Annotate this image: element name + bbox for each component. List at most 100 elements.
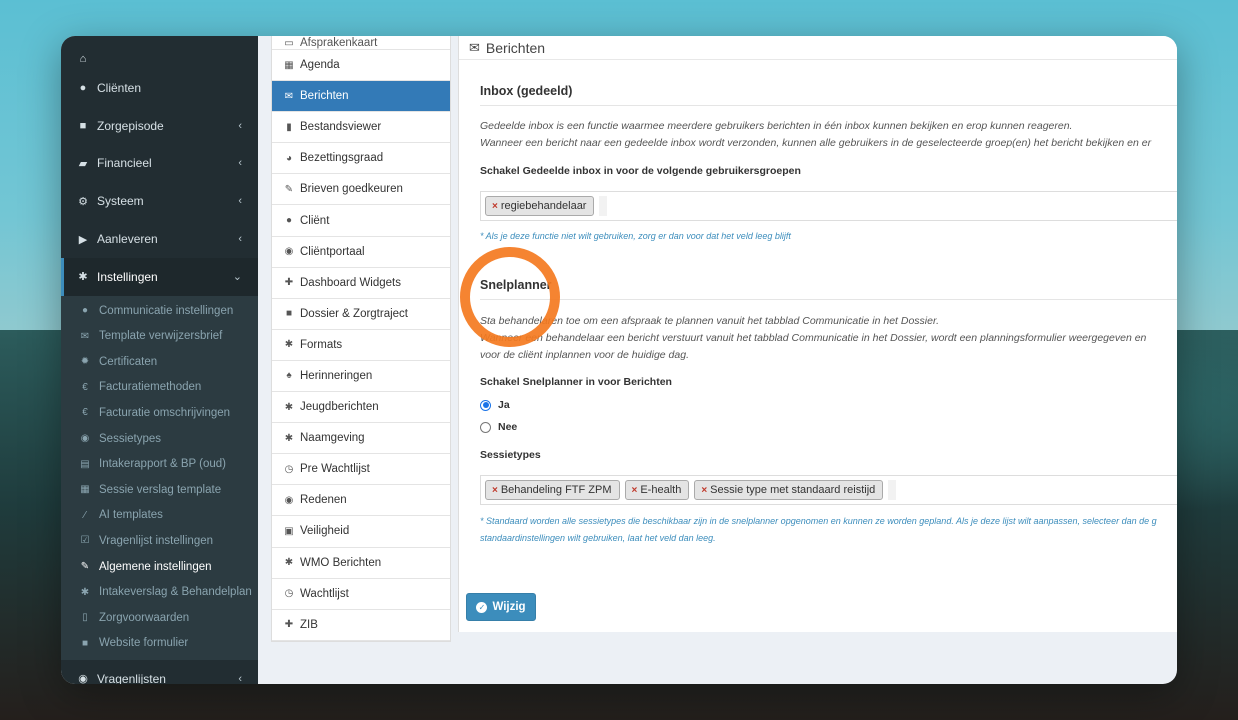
settings-menu-item-formats[interactable]: ✱ Formats <box>272 330 450 361</box>
settings-menu-item-dossier-zorgtraject[interactable]: ■ Dossier & Zorgtraject <box>272 299 450 330</box>
clock-icon: ◷ <box>284 588 294 600</box>
radio-option-nee[interactable]: Nee <box>480 416 1177 438</box>
settings-menu-item-agenda[interactable]: ▦ Agenda <box>272 50 450 82</box>
envelope-icon: ✉ <box>80 330 90 342</box>
sidebar-item-systeem[interactable]: ⚙ Systeem ‹ <box>61 182 258 220</box>
remove-tag-icon[interactable]: × <box>492 485 498 496</box>
chevron-down-icon: ⌄ <box>232 271 242 284</box>
select-search-field[interactable] <box>599 196 608 216</box>
submenu-item-communicatie[interactable]: ● Communicatie instellingen <box>61 298 258 324</box>
settings-menu-item-pre-wachtlijst[interactable]: ◷ Pre Wachtlijst <box>272 454 450 486</box>
tag-e-health[interactable]: × E-health <box>624 480 690 500</box>
submenu-item-sessietypes[interactable]: ◉ Sessietypes <box>61 426 258 452</box>
settings-menu-item-bezettingsgraad[interactable]: ◕ Bezettingsgraad <box>272 143 450 175</box>
radio-ja-label: Ja <box>498 399 510 411</box>
settings-menu-item-redenen[interactable]: ◉ Redenen <box>272 485 450 517</box>
sidebar-item-instellingen[interactable]: ✱ Instellingen ⌄ <box>61 257 258 296</box>
settings-menu-item-herinneringen[interactable]: ♠ Herinneringen <box>272 361 450 393</box>
submenu-item-template-verwijzersbrief[interactable]: ✉ Template verwijzersbrief <box>61 323 258 349</box>
snelplanner-description-3: voor de cliënt inplannen voor de huidige… <box>480 349 689 361</box>
submenu-item-vragenlijst-instellingen[interactable]: ☑ Vragenlijst instellingen <box>61 528 258 554</box>
cogs-icon: ⚙ <box>78 195 88 208</box>
settings-menu-item-dashboard-widgets[interactable]: ✚ Dashboard Widgets <box>272 268 450 299</box>
submenu-item-ai-templates[interactable]: ⁄ AI templates <box>61 503 258 529</box>
chevron-left-icon: ‹ <box>238 672 242 684</box>
certificate-icon: ✹ <box>80 356 90 368</box>
inbox-groups-select[interactable]: × regiebehandelaar <box>480 191 1177 221</box>
settings-menu-item-brieven-goedkeuren[interactable]: ✎ Brieven goedkeuren <box>272 174 450 206</box>
submenu-item-sessie-verslag[interactable]: ▦ Sessie verslag template <box>61 477 258 503</box>
select-search-field[interactable] <box>888 480 897 500</box>
settings-menu-item-veiligheid[interactable]: ▣ Veiligheid <box>272 516 450 548</box>
tag-label: Behandeling FTF ZPM <box>500 484 612 496</box>
sidebar-item-vragenlijsten[interactable]: ◉ Vragenlijsten ‹ <box>61 660 258 684</box>
snelplanner-description-1: Sta behandelaren toe om een afspraak te … <box>480 315 939 327</box>
sidebar-item-financieel[interactable]: ▰ Financieel ‹ <box>61 145 258 183</box>
lock-icon: ▣ <box>284 525 294 537</box>
sidebar-item-home[interactable]: ⌂ <box>61 36 258 69</box>
chevron-left-icon: ‹ <box>238 233 242 246</box>
submenu-item-zorgvoorwaarden[interactable]: ▯ Zorgvoorwaarden <box>61 605 258 631</box>
sidebar-item-zorgepisode[interactable]: ■ Zorgepisode ‹ <box>61 107 258 145</box>
radio-option-ja[interactable]: Ja <box>480 394 1177 416</box>
settings-menu-label: WMO Berichten <box>300 556 382 569</box>
sidebar-item-label: Financieel <box>97 156 152 171</box>
submenu-item-facturatie-omschrijvingen[interactable]: € Facturatie omschrijvingen <box>61 400 258 426</box>
remove-tag-icon[interactable]: × <box>701 485 707 496</box>
settings-menu-item-wachtlijst[interactable]: ◷ Wachtlijst <box>272 579 450 610</box>
radio-ja[interactable] <box>480 399 491 411</box>
truck-icon: ▶ <box>78 233 88 246</box>
snelplanner-section: Snelplanner Sta behandelaren toe om een … <box>480 278 1177 547</box>
tag-behandeling-ftf-zpm[interactable]: × Behandeling FTF ZPM <box>485 480 620 500</box>
inbox-description-2: Wanneer een bericht naar een gedeelde in… <box>480 137 1152 149</box>
sessietypes-select[interactable]: × Behandeling FTF ZPM × E-health × Sessi… <box>480 475 1177 505</box>
sidebar-item-clienten[interactable]: ● Cliënten <box>61 69 258 107</box>
radio-nee[interactable] <box>480 421 491 433</box>
panel-header: ✉ Berichten <box>459 36 1177 60</box>
settings-menu-item-afsprakenkaart[interactable]: ▭ Afsprakenkaart <box>272 36 450 50</box>
pie-chart-icon: ◕ <box>285 152 293 164</box>
book-icon: ▰ <box>78 157 88 170</box>
file-text-icon: ▦ <box>80 484 90 496</box>
comments-icon: ● <box>81 305 89 317</box>
submenu-item-label: AI templates <box>99 509 163 522</box>
remove-tag-icon[interactable]: × <box>632 485 638 496</box>
inbox-heading: Inbox (gedeeld) <box>480 84 1177 106</box>
briefcase-icon: ■ <box>79 119 87 132</box>
remove-tag-icon[interactable]: × <box>492 201 498 212</box>
sidebar-item-label: Vragenlijsten <box>97 671 166 684</box>
submenu-item-facturatiemethoden[interactable]: € Facturatiemethoden <box>61 375 258 401</box>
tag-label: E-health <box>640 484 682 496</box>
settings-menu-item-zib[interactable]: ✚ ZIB <box>272 610 450 641</box>
settings-menu-item-clientportaal[interactable]: ◉ Cliëntportaal <box>272 237 450 268</box>
submenu-item-certificaten[interactable]: ✹ Certificaten <box>61 349 258 375</box>
puzzle-icon: ✚ <box>284 277 294 289</box>
settings-menu-item-naamgeving[interactable]: ✱ Naamgeving <box>272 423 450 455</box>
settings-menu-item-jeugdberichten[interactable]: ✱ Jeugdberichten <box>272 392 450 424</box>
tag-regiebehandelaar[interactable]: × regiebehandelaar <box>485 196 595 216</box>
sidebar-item-label: Zorgepisode <box>97 118 164 133</box>
tag-sessie-type-reistijd[interactable]: × Sessie type met standaard reistijd <box>694 480 884 500</box>
settings-menu-item-bestandsviewer[interactable]: ▮ Bestandsviewer <box>272 112 450 144</box>
settings-menu-label: Veiligheid <box>300 525 350 538</box>
save-button[interactable]: ✓ Wijzig <box>466 593 536 621</box>
submenu-item-label: Sessie verslag template <box>99 483 222 496</box>
submenu-item-algemene-instellingen[interactable]: ✎ Algemene instellingen <box>61 554 258 580</box>
gear-icon: ✱ <box>284 401 294 413</box>
sidebar-item-label: Systeem <box>97 194 144 209</box>
settings-menu-label: Cliënt <box>300 214 330 227</box>
submenu-item-intakerapport[interactable]: ▤ Intakerapport & BP (oud) <box>61 451 258 477</box>
inbox-groups-label: Schakel Gedeelde inbox in voor de volgen… <box>480 165 801 177</box>
settings-menu-item-client[interactable]: ● Cliënt <box>272 205 450 237</box>
user-icon: ● <box>285 215 293 227</box>
sessietypes-label: Sessietypes <box>480 449 541 461</box>
settings-menu-item-berichten[interactable]: ✉ Berichten <box>272 81 450 113</box>
submenu-item-label: Certificaten <box>99 355 158 368</box>
settings-menu-item-wmo-berichten[interactable]: ✱ WMO Berichten <box>272 548 450 579</box>
snelplanner-description-2: Wanneer een behandelaar een bericht vers… <box>480 332 1147 344</box>
submenu-item-intakeverslag[interactable]: ✱ Intakeverslag & Behandelplan <box>61 579 258 605</box>
sidebar-item-aanleveren[interactable]: ▶ Aanleveren ‹ <box>61 220 258 258</box>
settings-menu-label: Dossier & Zorgtraject <box>300 307 409 320</box>
settings-menu-label: Cliëntportaal <box>300 245 365 258</box>
submenu-item-website-formulier[interactable]: ■ Website formulier <box>61 631 258 657</box>
